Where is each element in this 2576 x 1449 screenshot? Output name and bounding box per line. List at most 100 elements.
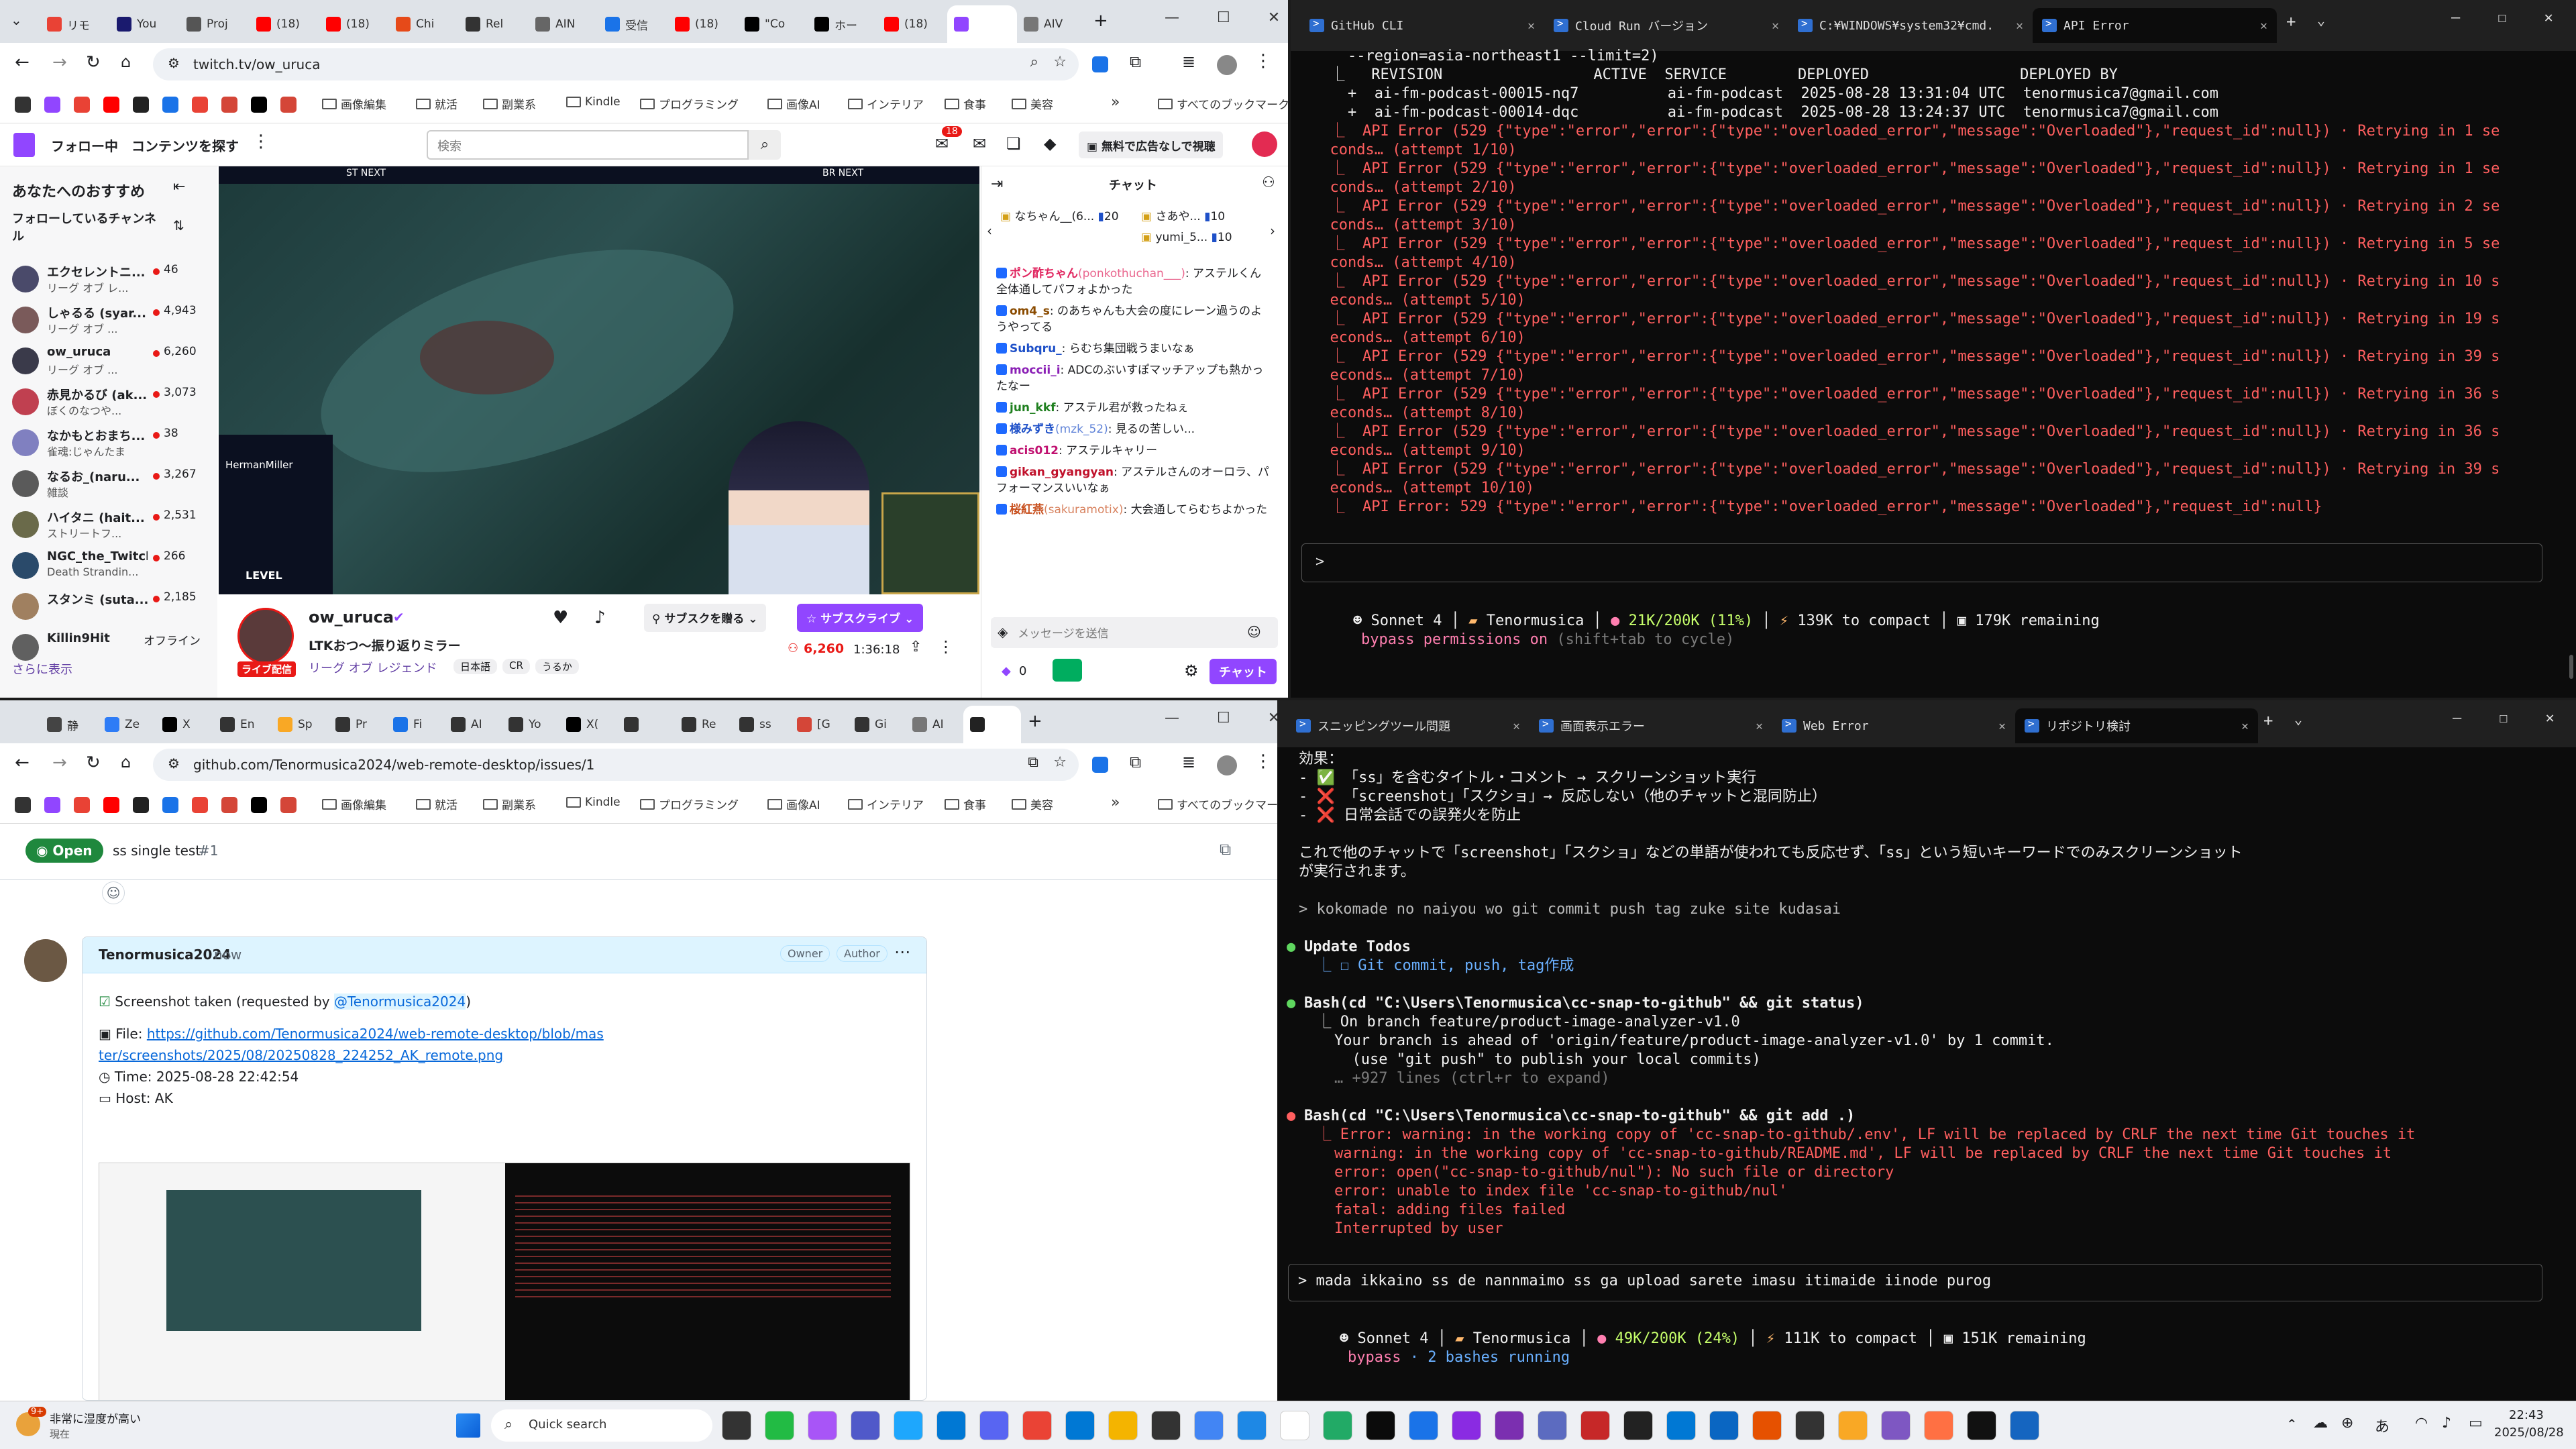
comment-menu-icon[interactable]: ⋯: [894, 943, 910, 961]
bookmarks-overflow-icon[interactable]: »: [1111, 794, 1120, 811]
bookmark-folder[interactable]: 副業系: [483, 796, 536, 812]
firefox-icon[interactable]: [1924, 1411, 1953, 1440]
sidebar-channel[interactable]: ow_uruca リーグ オブ ... 6,260: [0, 342, 208, 381]
terminal-tab[interactable]: API Error ✕: [2033, 8, 2277, 43]
taskbar-search[interactable]: ⌕ Quick search: [491, 1409, 712, 1442]
sidebar-channel[interactable]: スタンミ (suta... 2,185: [0, 588, 208, 627]
browser-tab[interactable]: AI: [444, 706, 502, 743]
author-avatar[interactable]: [24, 939, 67, 982]
sort-icon[interactable]: ⇅: [173, 217, 184, 233]
close-tab-icon[interactable]: ✕: [2260, 19, 2267, 33]
minimize-button[interactable]: —: [2451, 9, 2460, 26]
translate-icon[interactable]: ⧉: [1028, 754, 1038, 771]
sidebar-channel[interactable]: エクセレントニ... リーグ オブ レ... 46: [0, 260, 208, 299]
home-icon[interactable]: ⌂: [121, 753, 131, 771]
category-link[interactable]: リーグ オブ レジェンド: [309, 659, 437, 676]
bookmark-folder[interactable]: 美容: [1012, 95, 1053, 112]
address-bar[interactable]: ⚙ twitch.tv/ow_uruca ⌕ ☆: [153, 48, 1079, 80]
menu-icon[interactable]: ⋮: [1254, 751, 1272, 771]
show-more-link[interactable]: さらに表示: [12, 660, 72, 678]
discord-icon[interactable]: [979, 1411, 1009, 1440]
browser-tab[interactable]: Yo: [502, 706, 559, 743]
chrome-icon[interactable]: [1323, 1411, 1352, 1440]
close-tab-icon[interactable]: ✕: [1756, 719, 1763, 733]
close-tab-icon[interactable]: ✕: [1527, 19, 1535, 33]
collapse-icon[interactable]: ⇤: [173, 178, 185, 195]
bookmark-folder[interactable]: インテリア: [848, 796, 924, 812]
bookmark-icon[interactable]: [103, 797, 119, 813]
browser-tab[interactable]: AIN: [529, 5, 598, 43]
app-icon[interactable]: [1409, 1411, 1438, 1440]
back-icon[interactable]: ←: [15, 753, 30, 773]
bookmark-folder[interactable]: 就活: [416, 796, 458, 812]
nav-following[interactable]: フォロー中: [51, 136, 118, 155]
file-link[interactable]: https://github.com/Tenormusica2024/web-r…: [99, 1026, 604, 1063]
start-button[interactable]: [456, 1413, 480, 1438]
bookmark-folder[interactable]: Kindle: [566, 95, 621, 109]
app-icon[interactable]: [1452, 1411, 1481, 1440]
wifi-icon[interactable]: ◠: [2415, 1415, 2428, 1432]
terminal-tab[interactable]: 画面表示エラー ✕: [1529, 708, 1772, 743]
chat-settings-icon[interactable]: ⚙: [1184, 661, 1199, 680]
chat-username[interactable]: gikan_gyangyan: [1010, 466, 1114, 479]
bookmark-folder[interactable]: インテリア: [848, 95, 924, 112]
chat-username[interactable]: om4_s: [1010, 305, 1050, 318]
emoji-reaction-icon[interactable]: ☺: [102, 881, 125, 904]
bookmark-icon[interactable]: [221, 97, 237, 113]
emote-icon[interactable]: ☺: [1247, 624, 1261, 640]
browser-tab[interactable]: Pr: [329, 706, 386, 743]
maximize-button[interactable]: ☐: [1217, 9, 1230, 26]
share-icon[interactable]: ⇪: [910, 639, 922, 655]
sidebar-channel[interactable]: NGC_the_Twitch Death Strandin... 266: [0, 547, 208, 586]
forward-icon[interactable]: →: [52, 753, 67, 773]
browser-tab[interactable]: AI: [906, 706, 963, 743]
close-window-button[interactable]: ✕: [2544, 9, 2553, 26]
close-tab-icon[interactable]: ✕: [2241, 719, 2249, 733]
bits-input-icon[interactable]: ◈: [998, 624, 1008, 640]
chat-input[interactable]: メッセージを送信: [991, 617, 1278, 648]
bookmark-icon[interactable]: [162, 97, 178, 113]
browser-tab[interactable]: Sp: [271, 706, 329, 743]
tab-dropdown-icon[interactable]: ⌄: [2294, 711, 2302, 727]
streamer-avatar[interactable]: [237, 608, 294, 664]
new-tab-button[interactable]: +: [1093, 11, 1108, 31]
bookmark-icon[interactable]: [280, 797, 297, 813]
browser-tab[interactable]: Chi: [389, 5, 459, 43]
bookmark-folder[interactable]: 食事: [945, 95, 986, 112]
address-bar[interactable]: ⚙ github.com/Tenormusica2024/web-remote-…: [153, 749, 1079, 781]
download-icon[interactable]: [1092, 757, 1108, 773]
browser-tab[interactable]: [947, 5, 1017, 43]
bookmark-icon[interactable]: [15, 797, 31, 813]
browser-tab[interactable]: X: [156, 706, 213, 743]
vscode-icon[interactable]: [1666, 1411, 1696, 1440]
notepad-icon[interactable]: [1280, 1411, 1309, 1440]
bookmark-folder[interactable]: 美容: [1012, 796, 1053, 812]
gift-sub-button[interactable]: ⚲ サブスクを贈る ⌄: [644, 604, 766, 632]
stream-tag[interactable]: うるか: [535, 659, 579, 674]
terminal-tab[interactable]: リポジトリ検討 ✕: [2015, 708, 2258, 743]
battery-icon[interactable]: ▭: [2469, 1415, 2483, 1432]
sidebar-channel[interactable]: 赤見かるび (ak... ぼくのなつや... 3,073: [0, 383, 208, 422]
browser-tab[interactable]: [617, 706, 675, 743]
forward-icon[interactable]: →: [52, 52, 67, 72]
browser-tab[interactable]: ホー: [808, 5, 877, 43]
file-explorer-icon[interactable]: [1108, 1411, 1138, 1440]
profile-avatar[interactable]: [1217, 55, 1237, 75]
app-icon[interactable]: [1366, 1411, 1395, 1440]
pinned-gifter[interactable]: ▣ yumi_5... ▮10: [1141, 231, 1232, 244]
sidebar-channel[interactable]: なかもとおまち... 雀魂:じゃんたま 38: [0, 424, 208, 463]
pinned-prev-icon[interactable]: ‹: [987, 223, 992, 239]
browser-tab[interactable]: Gi: [848, 706, 906, 743]
maximize-button[interactable]: ☐: [2499, 710, 2508, 727]
close-window-button[interactable]: ✕: [2546, 710, 2555, 727]
extensions-icon[interactable]: ⧉: [1130, 52, 1141, 71]
weather-text[interactable]: 非常に湿度が高い: [50, 1409, 141, 1426]
channel-points-icon[interactable]: ◆: [1002, 664, 1011, 678]
bookmark-folder[interactable]: 食事: [945, 796, 986, 812]
bookmark-folder[interactable]: プログラミング: [640, 95, 739, 112]
chat-username[interactable]: moccii_i: [1010, 364, 1061, 377]
ad-free-button[interactable]: ▣ 無料で広告なしで視聴: [1079, 131, 1224, 158]
menu-icon[interactable]: ⋮: [1254, 51, 1272, 71]
browser-tab[interactable]: [963, 706, 1021, 743]
more-options-icon[interactable]: ⋮: [938, 637, 954, 656]
